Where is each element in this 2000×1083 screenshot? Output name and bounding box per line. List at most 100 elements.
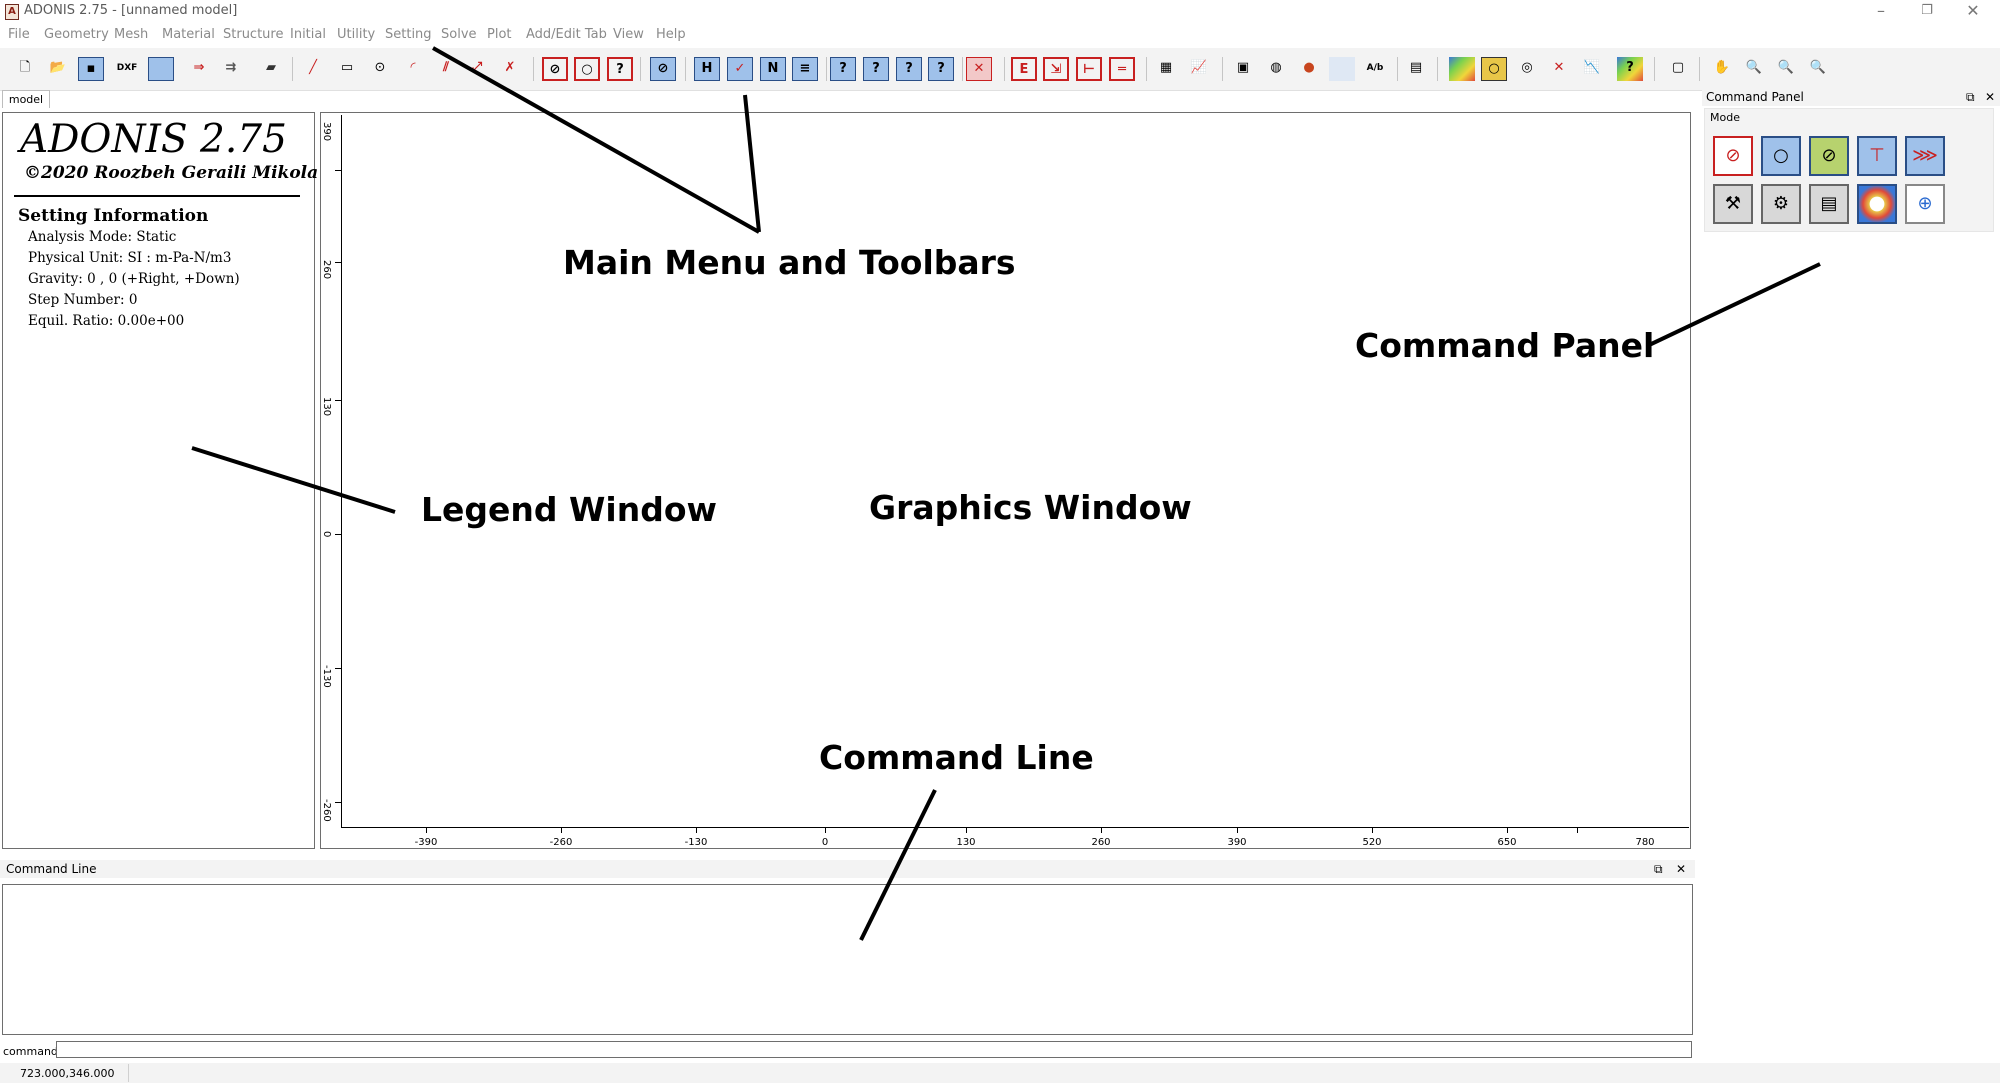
delete-geometry-icon[interactable]: ✗ <box>497 57 523 81</box>
minimize-button[interactable]: – <box>1858 0 1904 24</box>
cursor-coordinates: 723.000,346.000 <box>20 1067 115 1080</box>
y-tick <box>335 802 341 803</box>
annotation-command-line: Command Line <box>819 738 1094 777</box>
window-title: ADONIS 2.75 - [unnamed model] <box>24 3 238 18</box>
menu-geometry[interactable]: Geometry <box>44 27 109 42</box>
interface-icon[interactable]: ═ <box>1109 57 1135 81</box>
menu-solve[interactable]: Solve <box>441 27 477 42</box>
help-icon[interactable]: ? <box>607 57 633 81</box>
boundary-mode-icon[interactable]: ○ <box>1761 136 1801 176</box>
material-icon[interactable]: ⊘ <box>650 57 676 81</box>
table-icon[interactable]: ▦ <box>1153 57 1179 81</box>
color-icon[interactable]: ● <box>1296 57 1322 81</box>
menu-view[interactable]: View <box>613 27 644 42</box>
query-a-icon[interactable]: ? <box>830 57 856 81</box>
vector-icon[interactable]: ✕ <box>1546 57 1572 81</box>
pan-hand-icon[interactable]: ✋ <box>1709 57 1735 81</box>
batch-run-icon[interactable]: ⇉ <box>218 57 244 81</box>
command-line-close-icon[interactable]: ✕ <box>1676 860 1686 878</box>
query-d-icon[interactable]: ? <box>928 57 954 81</box>
y-tick <box>335 400 341 401</box>
menu-structure[interactable]: Structure <box>223 27 283 42</box>
annotation-command-panel: Command Panel <box>1355 326 1655 365</box>
contour-icon[interactable] <box>1449 57 1475 81</box>
query-c-icon[interactable]: ? <box>896 57 922 81</box>
menu-file[interactable]: File <box>8 27 30 42</box>
mesh-h-icon[interactable]: H <box>694 57 720 81</box>
command-output <box>2 884 1693 1035</box>
new-file-icon[interactable]: 🗋 <box>12 57 38 81</box>
tools-mode-icon[interactable]: ⚒ <box>1713 184 1753 224</box>
ring-icon[interactable]: ◎ <box>1514 57 1540 81</box>
print-icon[interactable]: ▰ <box>258 57 284 81</box>
boundary-icon[interactable]: ○ <box>574 57 600 81</box>
status-bar <box>0 1063 2000 1083</box>
save-icon[interactable]: ▪ <box>78 57 104 81</box>
zoom-icon[interactable]: 🔍 <box>1741 57 1767 81</box>
support-icon[interactable]: E <box>1011 57 1037 81</box>
x-tick-label: 130 <box>956 837 976 848</box>
command-panel-title: Command Panel <box>1706 90 1804 104</box>
mesh-layer-icon[interactable]: ≡ <box>792 57 818 81</box>
contour-mode-icon[interactable] <box>1857 184 1897 224</box>
x-tick <box>1101 827 1102 833</box>
command-input[interactable] <box>56 1041 1692 1058</box>
query-b-icon[interactable]: ? <box>863 57 889 81</box>
calculator-icon[interactable]: ▤ <box>1403 57 1429 81</box>
x-tick-label: 260 <box>1091 837 1111 848</box>
calculator-mode-icon[interactable]: ▤ <box>1809 184 1849 224</box>
restore-button[interactable]: ❐ <box>1904 0 1950 24</box>
text-icon[interactable]: A/b <box>1362 57 1388 81</box>
polyline-icon[interactable]: ⫽ <box>433 57 459 81</box>
zoom-in-icon[interactable]: 🔍 <box>1773 57 1799 81</box>
x-tick <box>1237 827 1238 833</box>
open-file-icon[interactable]: 📂 <box>45 57 71 81</box>
arc-icon[interactable]: ◜ <box>400 57 426 81</box>
load-mode-icon[interactable]: ⋙ <box>1905 136 1945 176</box>
label-icon[interactable] <box>1329 57 1355 81</box>
node-icon[interactable]: ⤢ <box>464 57 490 81</box>
menu-setting[interactable]: Setting <box>385 27 432 42</box>
menu-help[interactable]: Help <box>656 27 686 42</box>
menu-add-edit-tab[interactable]: Add/Edit Tab <box>526 27 607 42</box>
record-icon[interactable]: ◍ <box>1263 57 1289 81</box>
query-icon[interactable]: ⊘ <box>542 57 568 81</box>
tab-model[interactable]: model <box>2 90 50 108</box>
command-panel-close-icon[interactable]: ✕ <box>1985 88 1995 106</box>
menu-material[interactable]: Material <box>162 27 215 42</box>
support-mode-icon[interactable]: ⊤ <box>1857 136 1897 176</box>
y-axis <box>341 115 342 827</box>
history-icon[interactable]: ▣ <box>1230 57 1256 81</box>
settings-mode-icon[interactable]: ⚙ <box>1761 184 1801 224</box>
circle-icon[interactable]: ⊙ <box>367 57 393 81</box>
line-icon[interactable]: ╱ <box>300 57 326 81</box>
menu-plot[interactable]: Plot <box>487 27 512 42</box>
rectangle-icon[interactable]: ▭ <box>334 57 360 81</box>
legend-help-icon[interactable]: ? <box>1617 57 1643 81</box>
command-line-float-icon[interactable]: ⧉ <box>1654 860 1663 878</box>
menu-initial[interactable]: Initial <box>290 27 326 42</box>
mesh-v-icon[interactable]: ✓ <box>727 57 753 81</box>
image-export-icon[interactable] <box>148 57 174 81</box>
mesh-diag-icon[interactable]: N <box>760 57 786 81</box>
dxf-export-icon[interactable]: DXF <box>114 57 140 81</box>
graph-icon[interactable]: 📉 <box>1579 57 1605 81</box>
gold-icon[interactable]: ○ <box>1481 57 1507 81</box>
menu-utility[interactable]: Utility <box>337 27 375 42</box>
close-button[interactable]: ✕ <box>1950 0 1996 24</box>
toolbar: 🗋 📂 ▪ DXF ⇒ ⇉ ▰ ╱ ▭ ⊙ ◜ ⫽ ⤢ ✗ ⊘ ○ ? ⊘ H … <box>0 48 2000 91</box>
y-tick <box>335 262 341 263</box>
remove-icon[interactable]: ✕ <box>966 57 992 81</box>
zoom-out-icon[interactable]: 🔍 <box>1805 57 1831 81</box>
new-window-mode-icon[interactable]: ⊕ <box>1905 184 1945 224</box>
material-mode-icon[interactable]: ⊘ <box>1809 136 1849 176</box>
y-tick-label: 390 <box>321 122 332 142</box>
command-panel-float-icon[interactable]: ⧉ <box>1966 88 1975 106</box>
run-icon[interactable]: ⇒ <box>186 57 212 81</box>
plot-icon[interactable]: 📈 <box>1186 57 1212 81</box>
new-window-icon[interactable]: ▢ <box>1665 57 1691 81</box>
displacement-icon[interactable]: ⊢ <box>1076 57 1102 81</box>
menu-mesh[interactable]: Mesh <box>114 27 148 42</box>
geometry-mode-icon[interactable]: ⊘ <box>1713 136 1753 176</box>
load-icon[interactable]: ⇲ <box>1043 57 1069 81</box>
